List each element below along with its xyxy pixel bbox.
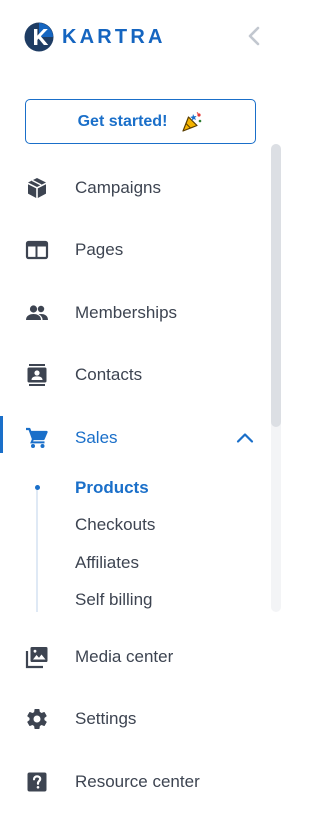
submenu-item-self-billing[interactable]: Self billing [75, 585, 153, 615]
collapse-sidebar-button[interactable] [243, 24, 265, 48]
nav-item-campaigns[interactable]: Campaigns [0, 166, 268, 210]
nav-item-resource-center[interactable]: Resource center [0, 760, 268, 804]
nav-label-campaigns: Campaigns [75, 178, 161, 197]
nav-item-settings[interactable]: Settings [0, 697, 268, 741]
browser-window-icon [25, 240, 49, 260]
gear-icon [27, 709, 47, 730]
nav-label-sales: Sales [75, 428, 118, 447]
submenu-item-products[interactable]: Products [75, 473, 149, 503]
submenu-item-affiliates[interactable]: Affiliates [75, 548, 139, 578]
nav-item-contacts[interactable]: Contacts [0, 353, 268, 397]
question-box-icon [27, 772, 47, 792]
nav-label-memberships: Memberships [75, 303, 178, 322]
nav-label-pages: Pages [75, 240, 124, 259]
photo-library-icon [25, 647, 48, 669]
get-started-label: Get started! [77, 112, 168, 130]
nav-label-contacts: Contacts [75, 365, 143, 384]
submenu-rail [36, 487, 38, 612]
chevron-left-icon [248, 26, 260, 46]
cube-icon [28, 178, 46, 198]
nav-item-pages[interactable]: Pages [0, 228, 268, 272]
submenu-item-checkouts[interactable]: Checkouts [75, 510, 155, 540]
chevron-up-icon[interactable] [234, 427, 256, 449]
brand-name: KARTRA [62, 26, 166, 48]
nav-label-settings: Settings [75, 709, 137, 728]
nav-item-memberships[interactable]: Memberships [0, 291, 268, 335]
nav-label-media-center: Media center [75, 647, 174, 666]
nav-item-sales[interactable]: Sales [0, 416, 268, 460]
sidebar: KARTRA Get started! Campaigns Pages Memb… [0, 0, 282, 815]
people-icon [26, 305, 48, 320]
active-indicator [0, 416, 3, 453]
shopping-cart-icon [26, 427, 48, 448]
kartra-logo-mark-icon [24, 22, 54, 52]
current-item-dot [35, 485, 40, 490]
scrollbar-thumb[interactable] [271, 144, 281, 427]
get-started-button[interactable]: Get started! [25, 99, 256, 144]
party-popper-icon [182, 111, 202, 132]
nav-label-resource-center: Resource center [75, 772, 200, 791]
contact-card-icon [27, 364, 47, 386]
nav-item-media-center[interactable]: Media center [0, 635, 268, 679]
kartra-logo[interactable]: KARTRA [24, 22, 166, 52]
